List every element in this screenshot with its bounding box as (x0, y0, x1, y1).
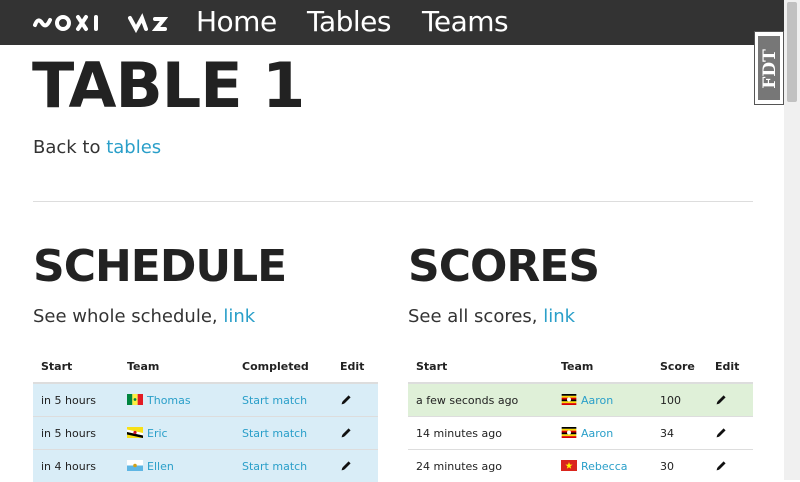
column-header-team: Team (553, 350, 652, 383)
score-value: 100 (652, 383, 707, 417)
back-to-tables-link[interactable]: tables (106, 137, 161, 158)
team-link[interactable]: Aaron (581, 427, 613, 440)
schedule-completed-cell: Start match (234, 450, 332, 482)
schedule-team-cell: Thomas (119, 383, 234, 417)
team-link[interactable]: Aaron (581, 394, 613, 407)
team-link[interactable]: Ellen (147, 460, 174, 473)
uganda-flag-icon (561, 427, 577, 438)
divider (33, 201, 753, 202)
vietnam-flag-icon (561, 460, 577, 471)
score-start: 24 minutes ago (408, 450, 553, 482)
schedule-start: in 5 hours (33, 383, 119, 417)
pencil-icon[interactable] (340, 460, 352, 472)
score-value: 34 (652, 417, 707, 450)
pencil-icon[interactable] (340, 427, 352, 439)
score-start: a few seconds ago (408, 383, 553, 417)
schedule-completed-cell: Start match (234, 417, 332, 450)
score-edit-cell (707, 450, 753, 482)
fdt-badge-background: FDT (758, 36, 780, 100)
page-title: TABLE 1 (32, 50, 304, 122)
score-team-cell: Rebecca (553, 450, 652, 482)
start-match-link[interactable]: Start match (242, 394, 307, 407)
scores-link[interactable]: link (543, 306, 575, 327)
schedule-team-cell: Ellen (119, 450, 234, 482)
nav-home[interactable]: Home (196, 4, 277, 40)
column-header-start: Start (408, 350, 553, 383)
column-header-team: Team (119, 350, 234, 383)
back-prefix: Back to (33, 137, 106, 158)
column-header-edit: Edit (707, 350, 753, 383)
back-line: Back to tables (33, 136, 161, 160)
scrollbar[interactable] (784, 0, 800, 480)
start-match-link[interactable]: Start match (242, 460, 307, 473)
schedule-table: Start Team Completed Edit in 5 hours Tho… (33, 350, 378, 482)
score-value: 30 (652, 450, 707, 482)
navbar: Home Tables Teams (0, 0, 784, 45)
score-row: 24 minutes ago Rebecca 30 (408, 450, 753, 482)
scores-subtitle-text: See all scores, (408, 306, 543, 327)
schedule-edit-cell (332, 450, 378, 482)
pencil-icon[interactable] (715, 394, 727, 406)
pencil-icon[interactable] (340, 394, 352, 406)
san-marino-flag-icon (127, 460, 143, 471)
score-row: a few seconds ago Aaron 100 (408, 383, 753, 417)
senegal-flag-icon (127, 394, 143, 405)
schedule-row: in 5 hours Thomas Start match (33, 383, 378, 417)
schedule-header-row: Start Team Completed Edit (33, 350, 378, 383)
scrollbar-thumb[interactable] (787, 2, 797, 102)
uganda-flag-icon (561, 394, 577, 405)
score-team-cell: Aaron (553, 383, 652, 417)
column-header-score: Score (652, 350, 707, 383)
schedule-link[interactable]: link (223, 306, 255, 327)
score-edit-cell (707, 417, 753, 450)
score-team-cell: Aaron (553, 417, 652, 450)
schedule-title: SCHEDULE (33, 240, 286, 294)
team-link[interactable]: Rebecca (581, 460, 628, 473)
nav-tables[interactable]: Tables (307, 4, 391, 40)
schedule-row: in 4 hours Ellen Start match (33, 450, 378, 482)
schedule-team-cell: Eric (119, 417, 234, 450)
schedule-row: in 5 hours Eric Start match (33, 417, 378, 450)
column-header-edit: Edit (332, 350, 378, 383)
scores-table: Start Team Score Edit a few seconds ago … (408, 350, 753, 482)
column-header-start: Start (33, 350, 119, 383)
team-link[interactable]: Eric (147, 427, 168, 440)
schedule-subtitle-text: See whole schedule, (33, 306, 223, 327)
column-header-completed: Completed (234, 350, 332, 383)
pencil-icon[interactable] (715, 427, 727, 439)
scores-subtitle: See all scores, link (408, 305, 575, 329)
score-row: 14 minutes ago Aaron 34 (408, 417, 753, 450)
schedule-completed-cell: Start match (234, 383, 332, 417)
fdt-badge-label: FDT (759, 39, 781, 99)
schedule-start: in 4 hours (33, 450, 119, 482)
schedule-edit-cell (332, 417, 378, 450)
schedule-edit-cell (332, 383, 378, 417)
scores-header-row: Start Team Score Edit (408, 350, 753, 383)
score-start: 14 minutes ago (408, 417, 553, 450)
schedule-start: in 5 hours (33, 417, 119, 450)
fdt-badge[interactable]: FDT (754, 31, 784, 105)
team-link[interactable]: Thomas (147, 394, 191, 407)
nav-teams[interactable]: Teams (422, 4, 508, 40)
schedule-subtitle: See whole schedule, link (33, 305, 255, 329)
score-edit-cell (707, 383, 753, 417)
pencil-icon[interactable] (715, 460, 727, 472)
logo[interactable] (32, 11, 168, 35)
scores-title: SCORES (408, 240, 599, 294)
start-match-link[interactable]: Start match (242, 427, 307, 440)
brunei-flag-icon (127, 427, 143, 438)
